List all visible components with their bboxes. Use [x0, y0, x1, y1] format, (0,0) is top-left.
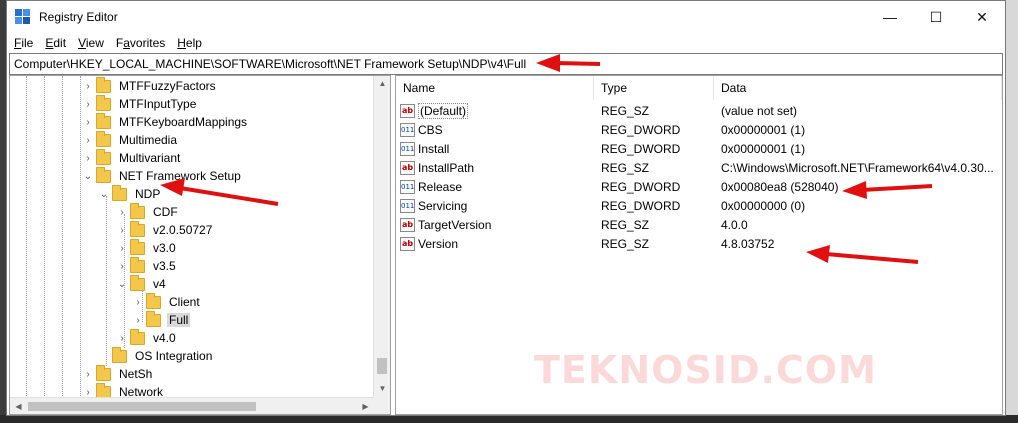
annotation-arrows — [160, 54, 933, 264]
arrow-to-ndp-head — [160, 178, 185, 196]
arrow-to-ndp — [179, 186, 279, 206]
arrow-to-release-head — [842, 181, 867, 199]
arrow-to-release — [861, 184, 933, 192]
arrow-to-version — [825, 252, 919, 264]
arrow-to-address-head — [536, 54, 560, 72]
arrow-to-version-head — [806, 245, 830, 263]
arrow-to-address — [555, 61, 601, 66]
